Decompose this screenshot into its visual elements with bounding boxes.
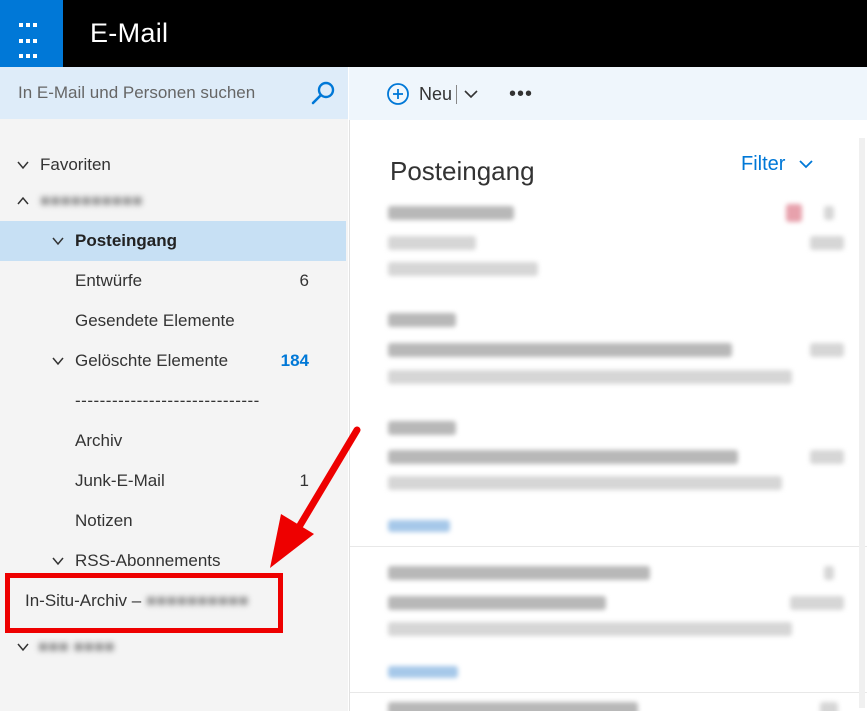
redacted-subject xyxy=(388,596,606,610)
redacted-sender xyxy=(388,206,514,220)
account-name-redacted: ■■■■■■■■■■ xyxy=(40,191,143,210)
chevron-down-icon[interactable] xyxy=(799,158,813,170)
favorites-label: Favoriten xyxy=(40,155,111,174)
chevron-down-icon[interactable] xyxy=(52,235,64,247)
message-item[interactable] xyxy=(350,562,867,692)
redacted-date xyxy=(810,343,844,357)
message-item[interactable] xyxy=(350,198,867,298)
redacted-subject xyxy=(388,343,732,357)
chevron-down-icon[interactable] xyxy=(17,641,29,653)
scrollbar[interactable] xyxy=(859,138,865,708)
redacted-date xyxy=(810,236,844,250)
command-bar: Neu ••• xyxy=(349,67,867,120)
separator xyxy=(350,692,867,693)
plus-circle-icon[interactable] xyxy=(385,81,411,107)
folder-notizen[interactable]: Notizen xyxy=(0,501,346,541)
folder-archiv[interactable]: Archiv xyxy=(0,421,346,461)
flag-icon[interactable] xyxy=(786,204,802,222)
redacted-meta xyxy=(820,702,838,711)
account-header[interactable]: ■■■■■■■■■■ xyxy=(0,181,346,221)
folder-label: Notizen xyxy=(75,511,133,530)
message-item[interactable] xyxy=(350,308,867,413)
folder-entwuerfe[interactable]: Entwürfe 6 xyxy=(0,261,346,301)
highlight-box xyxy=(5,573,283,633)
redacted-preview xyxy=(388,370,792,384)
chevron-down-icon[interactable] xyxy=(464,88,478,100)
list-title: Posteingang xyxy=(390,156,535,186)
message-item[interactable] xyxy=(350,416,867,546)
chevron-down-icon[interactable] xyxy=(17,159,29,171)
redacted-meta xyxy=(824,566,834,580)
more-options-button[interactable]: ••• xyxy=(509,83,533,106)
redacted-preview xyxy=(388,262,538,276)
divider xyxy=(456,85,457,104)
folder-geloeschte-elemente[interactable]: Gelöschte Elemente 184 xyxy=(0,341,346,381)
filter-label: Filter xyxy=(741,153,786,175)
search-input[interactable] xyxy=(0,67,300,119)
folder-label: RSS-Abonnements xyxy=(75,551,221,570)
app-launcher-icon[interactable] xyxy=(0,0,63,67)
folder-posteingang[interactable]: Posteingang xyxy=(0,221,346,261)
redacted-subject xyxy=(388,236,476,250)
folder-gesendete-elemente[interactable]: Gesendete Elemente xyxy=(0,301,346,341)
folder-label: Junk-E-Mail xyxy=(75,471,165,490)
favorites-header[interactable]: Favoriten xyxy=(0,145,346,185)
folder-junk-email[interactable]: Junk-E-Mail 1 xyxy=(0,461,346,501)
chevron-up-icon[interactable] xyxy=(17,195,29,207)
account-name-redacted: ■■■ ■■■■ xyxy=(38,637,115,656)
folder-label: Entwürfe xyxy=(75,271,143,290)
message-item[interactable] xyxy=(350,700,867,711)
redacted-date xyxy=(810,450,844,464)
folder-label: Posteingang xyxy=(75,231,178,250)
redacted-sender xyxy=(388,566,650,580)
redacted-sender xyxy=(388,313,456,327)
folder-label: Gelöschte Elemente xyxy=(75,351,229,370)
app-title: E-Mail xyxy=(90,18,169,48)
filter-button[interactable]: Filter xyxy=(741,153,813,176)
unread-count: 6 xyxy=(299,271,309,290)
message-list: Posteingang Filter xyxy=(349,120,867,711)
search-icon[interactable] xyxy=(308,79,338,109)
redacted-date xyxy=(790,596,844,610)
folder-label: Gesendete Elemente xyxy=(75,311,235,330)
search-box xyxy=(0,67,348,119)
folder-label: Archiv xyxy=(75,431,123,450)
redacted-link[interactable] xyxy=(388,520,450,532)
chevron-down-icon[interactable] xyxy=(52,555,64,567)
redacted-sender xyxy=(388,702,638,711)
redacted-link[interactable] xyxy=(388,666,458,678)
redacted-subject xyxy=(388,450,738,464)
redacted-meta xyxy=(824,206,834,220)
top-bar: E-Mail xyxy=(0,0,867,67)
redacted-sender xyxy=(388,421,456,435)
separator xyxy=(350,546,867,547)
secondary-account-header[interactable]: ■■■ ■■■■ xyxy=(0,627,346,667)
unread-count: 184 xyxy=(280,351,309,370)
new-button[interactable]: Neu xyxy=(419,84,452,105)
folder-label: ------------------------------ xyxy=(75,391,260,410)
redacted-preview xyxy=(388,622,792,636)
chevron-down-icon[interactable] xyxy=(52,355,64,367)
redacted-preview xyxy=(388,476,782,490)
unread-count: 1 xyxy=(299,471,309,490)
folder-separator[interactable]: ------------------------------ xyxy=(0,381,346,421)
